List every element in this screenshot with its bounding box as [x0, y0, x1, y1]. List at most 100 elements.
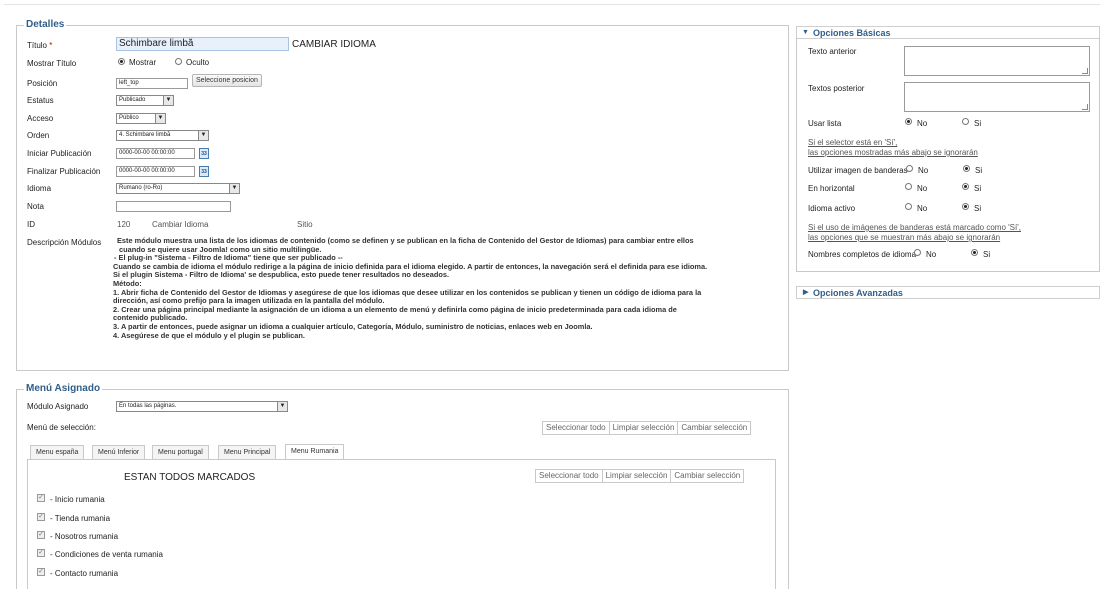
utilizar-banderas-si-radio[interactable]: [963, 165, 970, 172]
finalizar-publicacion-input[interactable]: 0000-00-00 00:00:00: [116, 166, 195, 177]
en-horizontal-si-label: Si: [974, 184, 982, 193]
nota-label: Nota: [27, 202, 44, 211]
tab-menu-rumania[interactable]: Menu Rumania: [285, 444, 345, 459]
module-client: Sitio: [297, 220, 313, 229]
iniciar-publicacion-input[interactable]: 0000-00-00 00:00:00: [116, 148, 195, 159]
idioma-activo-si-radio[interactable]: [962, 203, 969, 210]
en-horizontal-no-radio[interactable]: [905, 183, 912, 190]
opciones-avanzadas-title: Opciones Avanzadas: [813, 288, 903, 298]
description-line: 2. Crear una página principal mediante l…: [113, 304, 677, 314]
menu-seleccion-label: Menú de selección:: [27, 423, 96, 432]
orden-select[interactable]: 4. Schimbare limbă ▼: [116, 130, 209, 141]
mostrar-titulo-label: Mostrar Título: [27, 59, 77, 68]
orden-label: Orden: [27, 131, 50, 140]
oculto-radio-label: Oculto: [186, 58, 210, 67]
tab-menu-principal[interactable]: Menu Principal: [218, 445, 277, 459]
titulo-input[interactable]: Schimbare limbă: [116, 37, 289, 51]
idioma-activo-si-label: Si: [974, 204, 982, 213]
clear-selection-button[interactable]: Limpiar selección: [610, 422, 679, 434]
menu-selection-button-group: Seleccionar todo Limpiar selección Cambi…: [542, 421, 752, 435]
modulo-asignado-select[interactable]: En todas las páginas. ▼: [116, 401, 288, 412]
toggle-selection-button[interactable]: Cambiar selección: [678, 422, 750, 434]
opciones-avanzadas-header[interactable]: ▶ Opciones Avanzadas: [796, 286, 1100, 299]
posicion-input[interactable]: left_top: [116, 78, 188, 89]
menu-item-label: - Nosotros rumania: [50, 532, 119, 541]
textos-posterior-textarea[interactable]: [904, 82, 1090, 112]
clear-selection-button[interactable]: Limpiar selección: [603, 470, 672, 482]
menu-item-checkbox[interactable]: ✓: [37, 513, 45, 521]
modulo-asignado-label: Módulo Asignado: [27, 402, 89, 411]
descripcion-label: Descripción Módulos: [27, 238, 102, 247]
usar-lista-no-label: No: [917, 119, 928, 128]
nombres-completos-label: Nombres completos de idioma: [808, 250, 917, 259]
utilizar-banderas-no-label: No: [918, 166, 929, 175]
en-horizontal-no-label: No: [917, 184, 928, 193]
texto-anterior-textarea[interactable]: [904, 46, 1090, 76]
required-star: *: [49, 41, 53, 50]
menu-asignado-legend: Menú Asignado: [24, 383, 103, 394]
posicion-label: Posición: [27, 79, 58, 88]
module-type-name: Cambiar Idioma: [152, 220, 209, 229]
menu-item-label: - Contacto rumania: [50, 569, 119, 578]
nombres-completos-no-radio[interactable]: [914, 249, 921, 256]
top-divider: [4, 4, 1100, 5]
idioma-activo-label: Idioma activo: [808, 204, 856, 213]
en-horizontal-si-radio[interactable]: [962, 183, 969, 190]
tab-menu-espana[interactable]: Menu españa: [30, 445, 85, 459]
chevron-down-icon: ▼: [229, 184, 239, 193]
acceso-label: Acceso: [27, 114, 54, 123]
calendar-icon[interactable]: 33: [199, 148, 209, 159]
seleccione-posicion-button[interactable]: Seleccione posicion: [192, 74, 262, 87]
select-all-button[interactable]: Seleccionar todo: [536, 470, 603, 482]
acceso-select[interactable]: Público ▼: [116, 113, 166, 124]
textos-posterior-label: Textos posterior: [808, 84, 865, 93]
menu-item-label: - Inicio rumania: [50, 495, 105, 504]
idioma-activo-no-radio[interactable]: [905, 203, 912, 210]
menu-item-label: - Condiciones de venta rumania: [50, 550, 163, 559]
note-selector-line1: Si el selector está en 'Sí',: [808, 138, 898, 147]
menu-item-checkbox[interactable]: ✓: [37, 531, 45, 539]
chevron-down-icon: ▼: [198, 131, 208, 140]
toggle-selection-button[interactable]: Cambiar selección: [671, 470, 743, 482]
tab-selection-button-group: Seleccionar todo Limpiar selección Cambi…: [535, 469, 745, 483]
utilizar-banderas-no-radio[interactable]: [906, 165, 913, 172]
nombres-completos-si-label: Si: [983, 250, 991, 259]
usar-lista-si-radio[interactable]: [962, 118, 969, 125]
menu-item-checkbox[interactable]: ✓: [37, 568, 45, 576]
usar-lista-label: Usar lista: [808, 119, 842, 128]
opciones-basicas-title: Opciones Básicas: [813, 28, 891, 38]
menu-item-checkbox[interactable]: ✓: [37, 549, 45, 557]
id-value: 120: [117, 220, 131, 229]
idioma-activo-no-label: No: [917, 204, 928, 213]
tab-menu-inferior[interactable]: Menú Inferior: [92, 445, 146, 459]
chevron-down-icon: ▼: [163, 96, 173, 105]
nombres-completos-si-radio[interactable]: [971, 249, 978, 256]
chevron-down-icon: ▼: [277, 402, 287, 411]
tab-menu-portugal[interactable]: Menu portugal: [152, 445, 209, 459]
note-selector-line2: las opciones mostradas más abajo se igno…: [808, 148, 978, 157]
usar-lista-no-radio[interactable]: [905, 118, 912, 125]
titulo-label: Título *: [27, 41, 53, 50]
titulo-display-text: CAMBIAR IDIOMA: [292, 39, 376, 50]
en-horizontal-label: En horizontal: [808, 184, 855, 193]
mostrar-radio[interactable]: [118, 58, 125, 65]
estatus-label: Estatus: [27, 96, 54, 105]
idioma-label: Idioma: [27, 184, 52, 193]
texto-anterior-label: Texto anterior: [808, 47, 857, 56]
estatus-select[interactable]: Publicado ▼: [116, 95, 174, 106]
module-description: Este módulo muestra una lista de los idi…: [113, 236, 783, 340]
iniciar-publicacion-label: Iniciar Publicación: [27, 149, 92, 158]
chevron-right-icon: ▶: [803, 289, 809, 296]
oculto-radio[interactable]: [175, 58, 182, 65]
utilizar-banderas-si-label: Si: [975, 166, 983, 175]
calendar-icon[interactable]: 33: [199, 166, 209, 177]
note-banderas-line1: Si el uso de imágenes de banderas está m…: [808, 223, 1021, 232]
select-all-button[interactable]: Seleccionar todo: [543, 422, 610, 434]
menu-item-checkbox[interactable]: ✓: [37, 494, 45, 502]
nota-input[interactable]: [116, 201, 231, 212]
finalizar-publicacion-label: Finalizar Publicación: [27, 167, 101, 176]
tab-heading: ESTAN TODOS MARCADOS: [124, 472, 256, 483]
idioma-select[interactable]: Rumano (ro-Ro) ▼: [116, 183, 240, 194]
id-label: ID: [27, 220, 35, 229]
chevron-down-icon: ▼: [155, 114, 165, 123]
